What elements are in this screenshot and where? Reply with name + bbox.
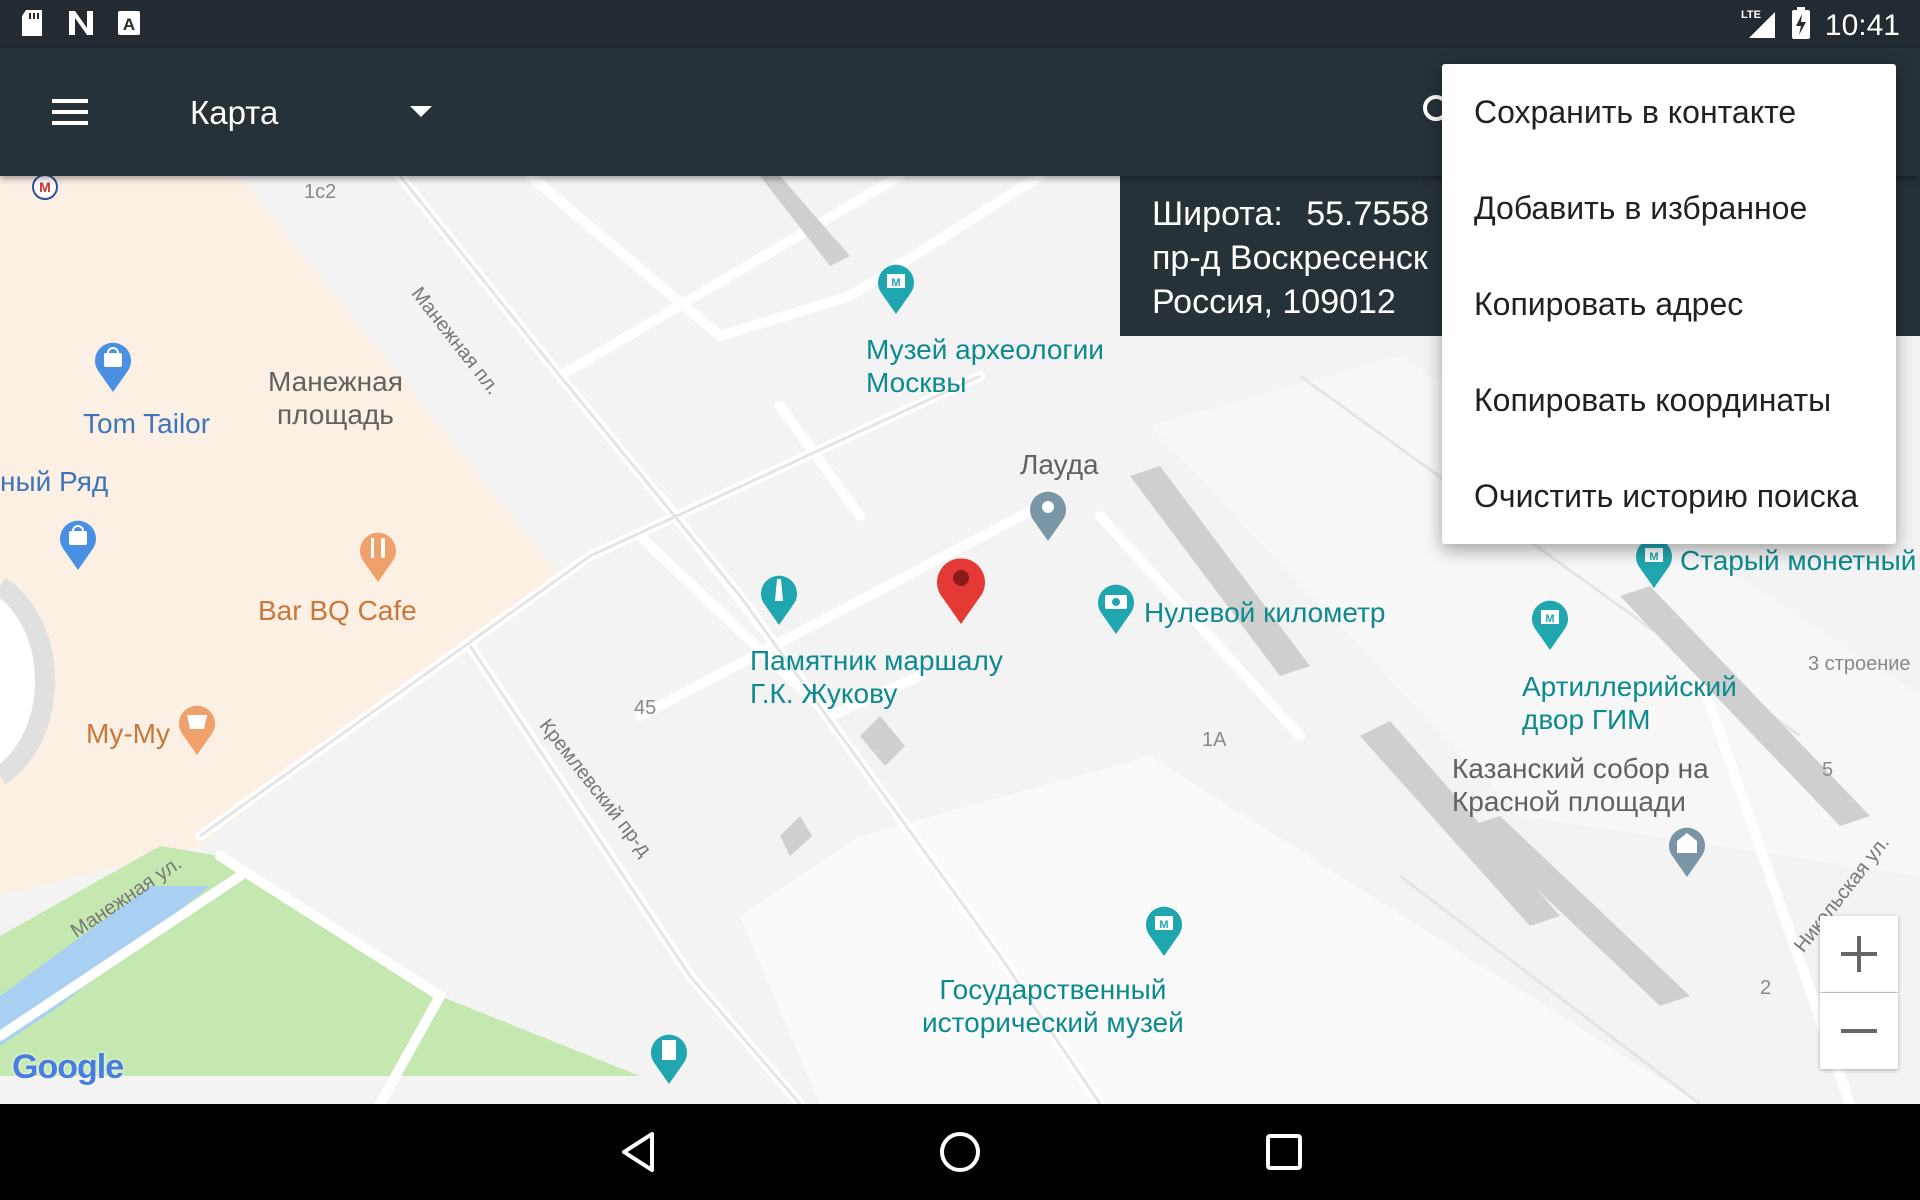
svg-text:M: M bbox=[39, 179, 51, 195]
monument-icon[interactable] bbox=[757, 571, 801, 627]
a-notification-icon: A bbox=[116, 8, 142, 43]
metro-icon[interactable]: M bbox=[27, 176, 63, 205]
svg-text:M: M bbox=[1545, 613, 1554, 625]
hamburger-icon bbox=[52, 99, 88, 125]
shopping-bag-icon[interactable] bbox=[91, 338, 135, 394]
poi-label-old-mint[interactable]: Старый монетный bbox=[1680, 544, 1916, 577]
house-number: 1А bbox=[1202, 729, 1227, 751]
menu-item-add-favorite[interactable]: Добавить в избранное bbox=[1442, 160, 1896, 256]
menu-item-copy-address[interactable]: Копировать адрес bbox=[1442, 256, 1896, 352]
layer-dropdown-label[interactable]: Карта bbox=[190, 94, 278, 132]
lte-signal-icon: LTE bbox=[1741, 6, 1777, 45]
museum-icon[interactable]: M bbox=[1142, 902, 1186, 958]
museum-icon[interactable]: M bbox=[874, 260, 918, 316]
status-time: 10:41 bbox=[1824, 8, 1900, 42]
poi-label-kazan-cathedral[interactable]: Казанский собор на Красной площади bbox=[1452, 752, 1709, 818]
zoom-in-button[interactable] bbox=[1820, 916, 1898, 992]
home-circle-icon bbox=[940, 1132, 980, 1172]
menu-button[interactable] bbox=[50, 92, 90, 132]
back-button[interactable] bbox=[614, 1126, 666, 1178]
cafe-icon[interactable] bbox=[175, 701, 219, 757]
navigation-bar bbox=[0, 1104, 1920, 1200]
google-logo: Google bbox=[12, 1048, 124, 1087]
network-label: LTE bbox=[1741, 9, 1761, 21]
battery-charging-icon bbox=[1791, 6, 1811, 45]
poi-label-okhotny-ryad[interactable]: ный Ряд bbox=[0, 465, 108, 498]
n-notification-icon bbox=[66, 8, 96, 43]
house-number: 2 bbox=[1760, 977, 1772, 999]
place-pin-icon[interactable] bbox=[1026, 487, 1070, 543]
poi-label-my-my[interactable]: My-My bbox=[86, 717, 170, 750]
overflow-menu: Сохранить в контакте Добавить в избранно… bbox=[1442, 64, 1896, 544]
poi-label-history-museum[interactable]: Государственный исторический музей bbox=[922, 973, 1184, 1039]
house-number: 3 строение bbox=[1808, 653, 1911, 675]
shopping-bag-icon[interactable] bbox=[56, 516, 100, 572]
menu-item-copy-coordinates[interactable]: Копировать координаты bbox=[1442, 352, 1896, 448]
museum-icon[interactable]: M bbox=[1528, 596, 1572, 652]
status-bar: A LTE 10:41 bbox=[0, 0, 1920, 48]
location-pin-icon[interactable] bbox=[934, 556, 988, 626]
fountain-shape bbox=[0, 577, 55, 785]
poi-label-lauda[interactable]: Лауда bbox=[1020, 448, 1099, 481]
poi-label-artillery-yard[interactable]: Артиллерийский двор ГИМ bbox=[1522, 670, 1737, 736]
menu-item-save-contact[interactable]: Сохранить в контакте bbox=[1442, 64, 1896, 160]
poi-label-museum-archeology[interactable]: Музей археологии Москвы bbox=[866, 333, 1104, 399]
church-icon[interactable] bbox=[1665, 823, 1709, 879]
home-button[interactable] bbox=[934, 1126, 986, 1178]
tower-icon[interactable] bbox=[647, 1030, 691, 1086]
chevron-down-icon[interactable] bbox=[410, 106, 432, 117]
poi-label-zhukov-monument[interactable]: Памятник маршалу Г.К. Жукову bbox=[750, 644, 1003, 710]
poi-label-manezh-square[interactable]: Манежная площадь bbox=[268, 365, 403, 431]
zoom-out-button[interactable] bbox=[1820, 993, 1898, 1069]
sd-card-icon bbox=[20, 8, 46, 43]
svg-text:M: M bbox=[1649, 551, 1658, 563]
latitude-value: 55.7558 bbox=[1306, 195, 1430, 233]
house-number: 45 bbox=[634, 697, 657, 719]
poi-label-tom-tailor[interactable]: Tom Tailor bbox=[83, 407, 210, 440]
minus-icon bbox=[1841, 1029, 1877, 1033]
plus-icon bbox=[1841, 936, 1877, 972]
house-number: 5 bbox=[1822, 759, 1834, 781]
menu-item-clear-history[interactable]: Очистить историю поиска bbox=[1442, 448, 1896, 544]
camera-icon[interactable] bbox=[1094, 580, 1138, 636]
house-number: 1с2 bbox=[304, 181, 337, 203]
google-logo-text: Google bbox=[12, 1048, 124, 1086]
recents-button[interactable] bbox=[1258, 1126, 1310, 1178]
svg-text:M: M bbox=[1159, 919, 1168, 931]
recents-square-icon bbox=[1266, 1134, 1302, 1170]
latitude-label: Широта: bbox=[1152, 195, 1283, 233]
svg-text:A: A bbox=[123, 15, 135, 34]
svg-text:M: M bbox=[891, 277, 900, 289]
poi-label-bar-bq-cafe[interactable]: Bar BQ Cafe bbox=[258, 594, 417, 627]
restaurant-icon[interactable] bbox=[356, 528, 400, 584]
back-triangle-icon bbox=[622, 1132, 654, 1172]
poi-label-zero-km[interactable]: Нулевой километр bbox=[1144, 596, 1385, 629]
